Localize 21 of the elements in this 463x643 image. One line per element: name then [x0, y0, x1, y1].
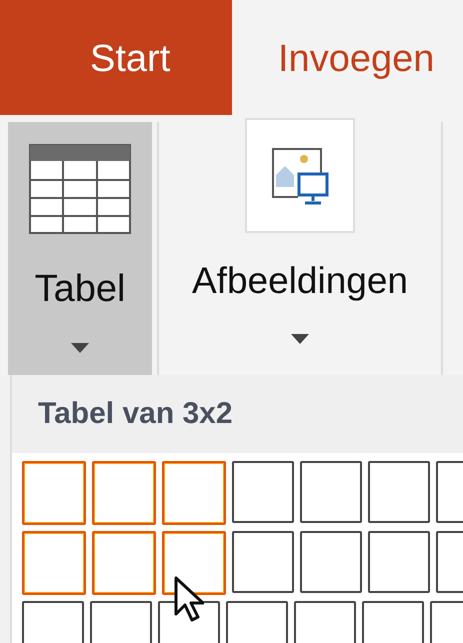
grid-cell[interactable]: [162, 531, 226, 595]
grid-cell[interactable]: [162, 461, 226, 525]
caret-icon: [71, 343, 89, 353]
ribbon-tab[interactable]: Invoegen: [232, 0, 434, 115]
grid-cell[interactable]: [22, 461, 86, 525]
grid-cell[interactable]: [232, 461, 294, 523]
grid-cell[interactable]: [92, 461, 156, 525]
caret-icon: [291, 334, 309, 344]
grid-cell[interactable]: [368, 461, 430, 523]
grid-cell[interactable]: [300, 531, 362, 593]
grid-cell[interactable]: [232, 531, 294, 593]
grid-cell[interactable]: [300, 461, 362, 523]
grid-cell[interactable]: [22, 531, 86, 595]
mouse-pointer-icon: [174, 576, 204, 622]
grid-cell[interactable]: [368, 531, 430, 593]
ribbon-button[interactable]: Tabel: [8, 122, 152, 375]
grid-cell[interactable]: [92, 531, 156, 595]
ribbon-tab[interactable]: Start: [0, 0, 232, 115]
dropdown-title: Tabel van 3x2: [38, 397, 233, 431]
table-icon: [29, 144, 131, 234]
ribbon-button[interactable]: Afbeeldingen: [164, 115, 436, 375]
